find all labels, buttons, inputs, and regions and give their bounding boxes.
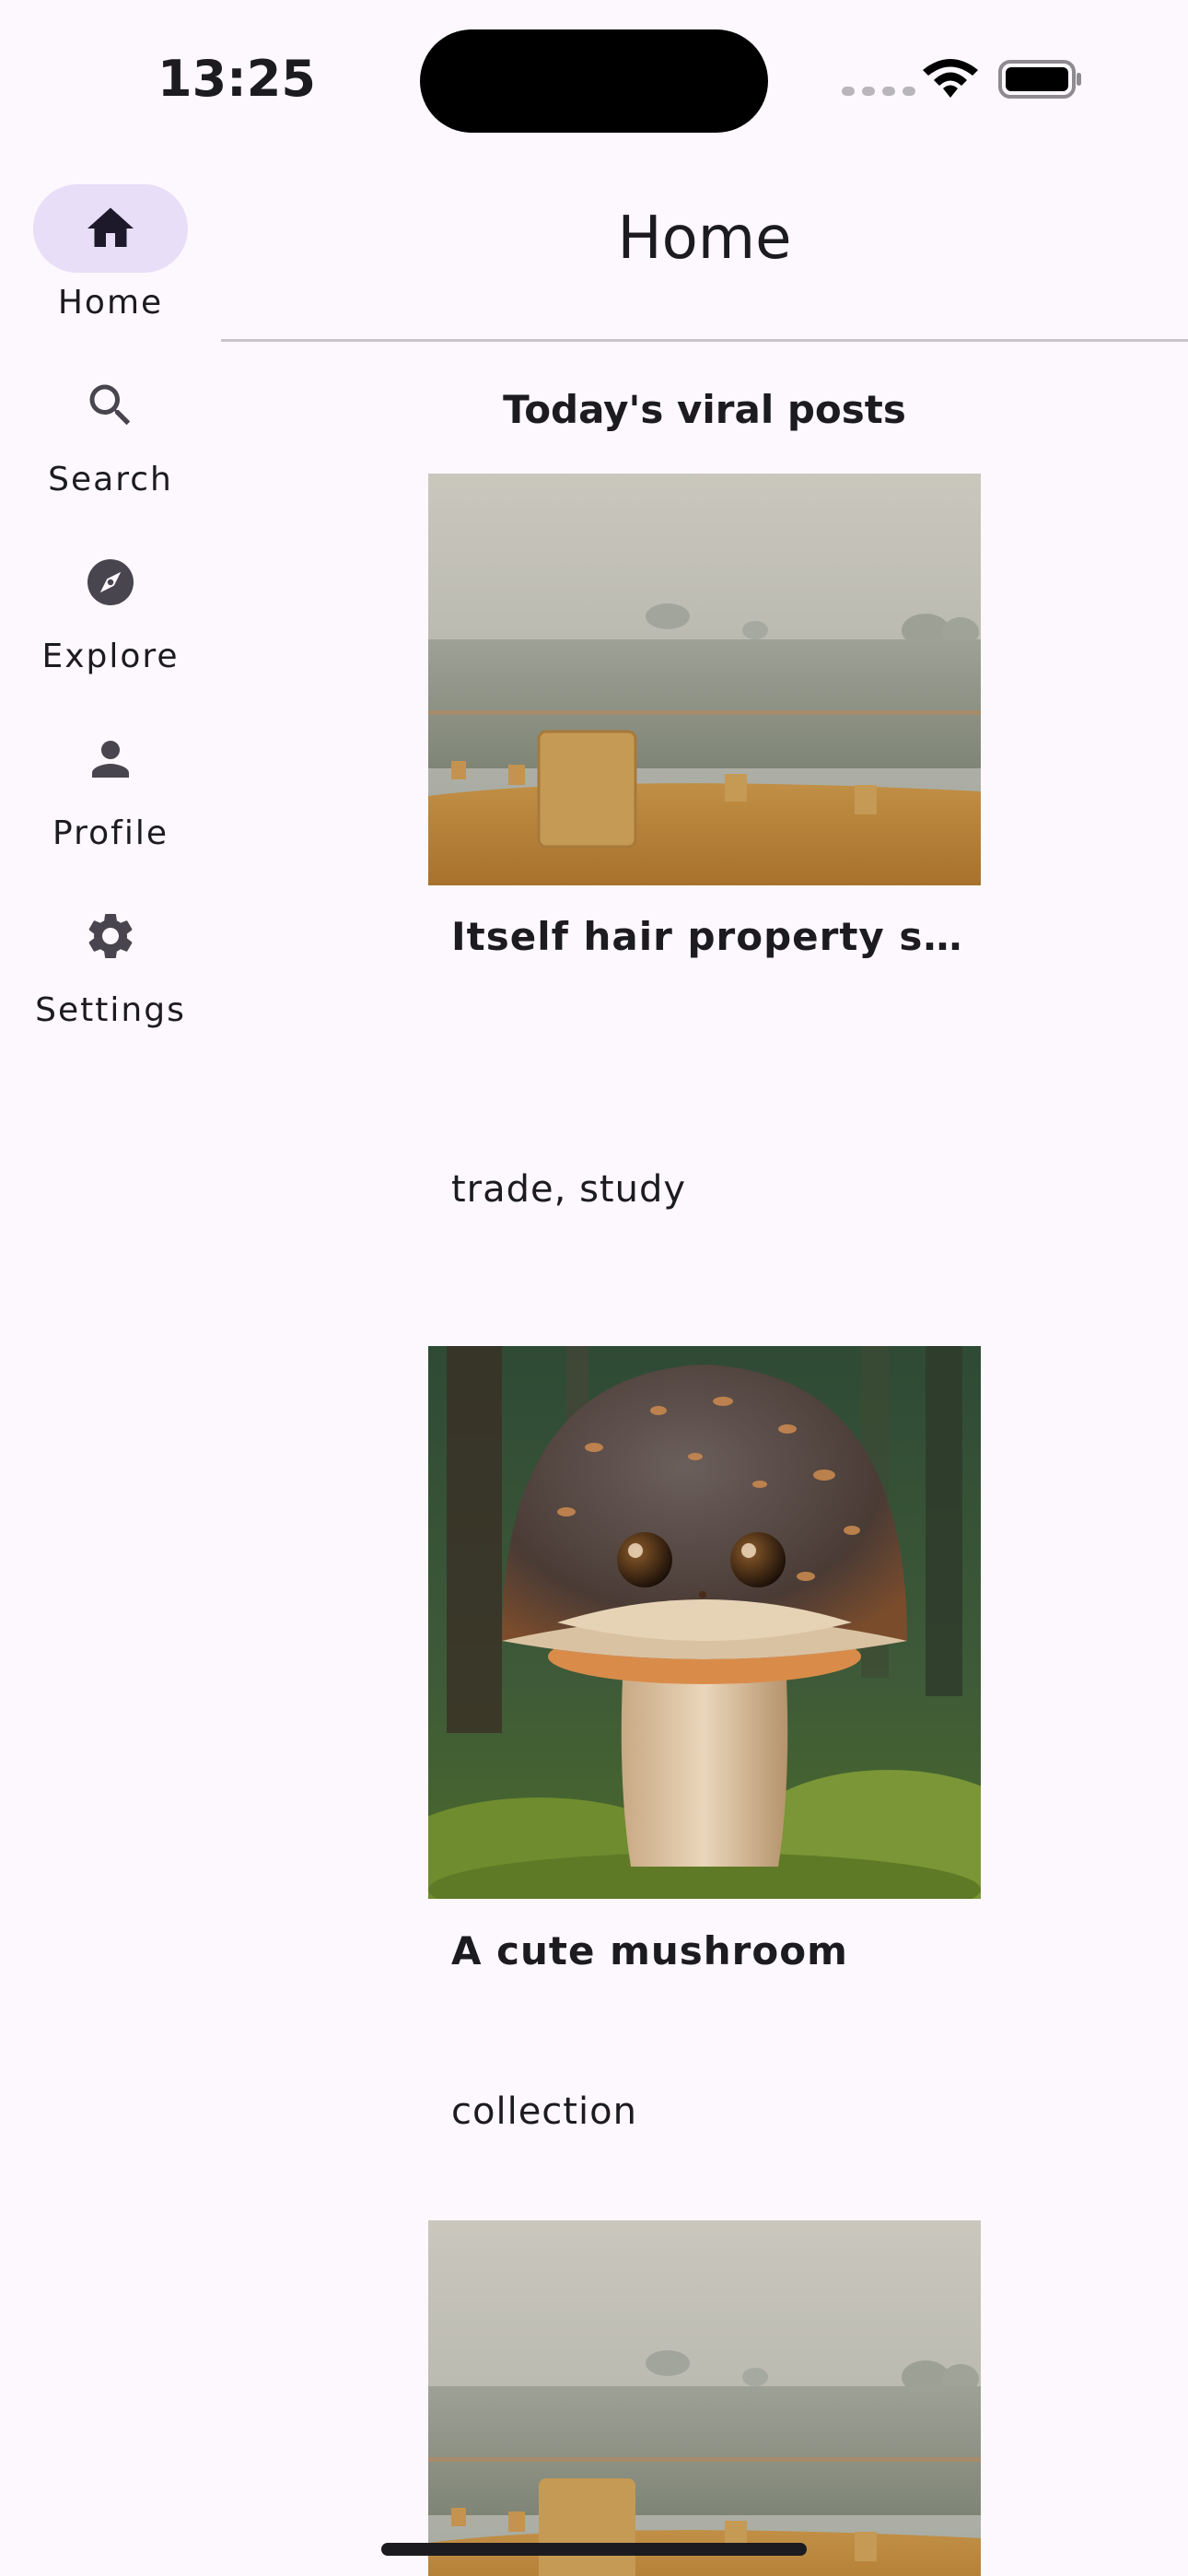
post-tags: trade, study [451, 1168, 687, 1211]
search-icon [89, 384, 131, 426]
cute-mushroom-image [428, 1346, 981, 1899]
compass-icon [87, 559, 134, 605]
post-card[interactable]: Itself hair property stat... trade, stud… [428, 474, 981, 1257]
hay-field-image [428, 2220, 981, 2576]
nav-item-label: Search [48, 461, 173, 498]
status-time: 13:25 [157, 50, 316, 108]
person-icon [92, 741, 129, 778]
nav-item-search[interactable]: Search [0, 361, 221, 518]
nav-item-settings[interactable]: Settings [0, 892, 221, 1048]
post-card[interactable] [428, 2220, 981, 2576]
nav-item-profile[interactable]: Profile [0, 715, 221, 872]
page-title: Home [617, 205, 792, 273]
gear-icon [88, 914, 133, 958]
home-indicator[interactable] [381, 2543, 807, 2556]
nav-item-label: Explore [41, 638, 180, 675]
post-tags: collection [451, 2090, 637, 2133]
signal-dots-icon [842, 87, 915, 96]
post-title: A cute mushroom [451, 1928, 848, 1973]
nav-item-home[interactable]: Home [0, 184, 221, 341]
nav-item-label: Settings [35, 991, 186, 1029]
wifi-icon [923, 59, 978, 98]
section-title: Today's viral posts [503, 387, 906, 432]
dynamic-island [420, 29, 768, 133]
app-screen: 13:25 Home Search Explore Profile Settin… [0, 0, 1188, 2576]
post-title: Itself hair property stat... [451, 914, 967, 959]
home-icon [87, 207, 134, 247]
header-divider [221, 339, 1188, 342]
nav-item-label: Home [57, 284, 164, 322]
battery-icon [998, 60, 1081, 99]
post-card[interactable]: A cute mushroom collection [428, 1346, 981, 2157]
nav-item-explore[interactable]: Explore [0, 538, 221, 695]
nav-item-label: Profile [52, 814, 169, 852]
hay-field-image [428, 474, 981, 885]
